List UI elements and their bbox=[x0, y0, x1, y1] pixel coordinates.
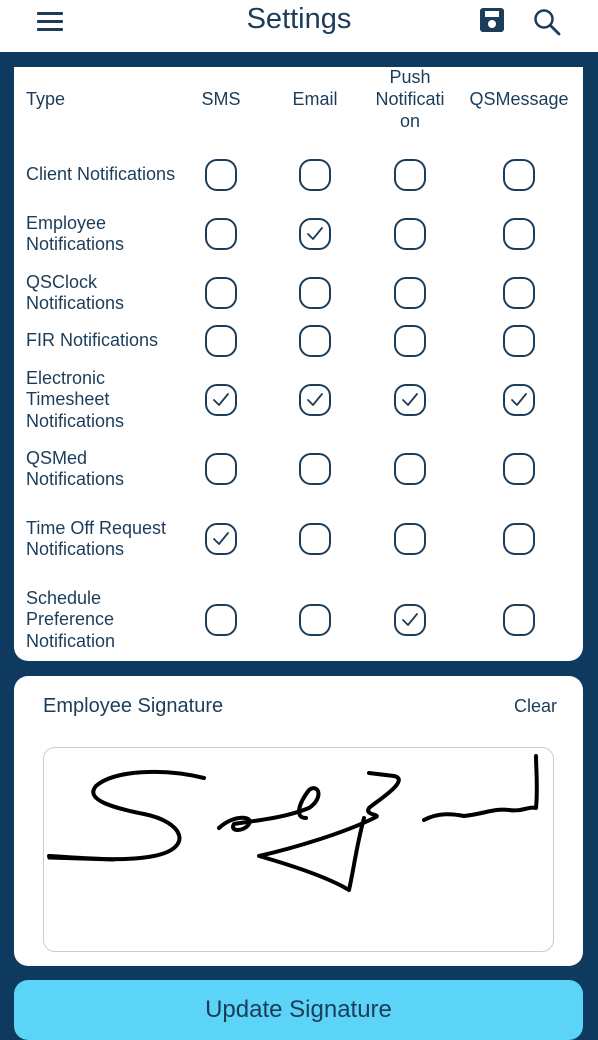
unchecked-checkbox[interactable] bbox=[503, 453, 535, 485]
unchecked-checkbox[interactable] bbox=[205, 604, 237, 636]
unchecked-checkbox[interactable] bbox=[503, 277, 535, 309]
checkmark-icon bbox=[402, 393, 418, 406]
clear-button[interactable]: Clear bbox=[514, 696, 557, 717]
unchecked-checkbox[interactable] bbox=[205, 277, 237, 309]
unchecked-checkbox[interactable] bbox=[299, 325, 331, 357]
top-bar: Settings bbox=[0, 0, 598, 52]
unchecked-checkbox[interactable] bbox=[394, 277, 426, 309]
checked-checkbox[interactable] bbox=[205, 523, 237, 555]
unchecked-checkbox[interactable] bbox=[299, 277, 331, 309]
checkmark-icon bbox=[213, 393, 229, 406]
checked-checkbox[interactable] bbox=[394, 384, 426, 416]
unchecked-checkbox[interactable] bbox=[503, 159, 535, 191]
checked-checkbox[interactable] bbox=[503, 384, 535, 416]
row-label: Schedule Preference Notification bbox=[26, 587, 116, 651]
save-icon[interactable] bbox=[478, 6, 506, 34]
signature-drawing bbox=[47, 754, 539, 892]
checkmark-icon bbox=[213, 532, 229, 545]
col-push-header: Push Notificati on bbox=[375, 67, 445, 131]
unchecked-checkbox[interactable] bbox=[503, 604, 535, 636]
unchecked-checkbox[interactable] bbox=[205, 453, 237, 485]
unchecked-checkbox[interactable] bbox=[503, 218, 535, 250]
page-title: Settings bbox=[246, 3, 352, 35]
update-signature-button[interactable]: Update Signature bbox=[14, 980, 583, 1040]
checked-checkbox[interactable] bbox=[299, 218, 331, 250]
checkmark-icon bbox=[307, 227, 323, 240]
unchecked-checkbox[interactable] bbox=[205, 159, 237, 191]
unchecked-checkbox[interactable] bbox=[394, 453, 426, 485]
row-label: Time Off Request Notifications bbox=[26, 517, 167, 560]
unchecked-checkbox[interactable] bbox=[503, 325, 535, 357]
checked-checkbox[interactable] bbox=[394, 604, 426, 636]
checkmark-icon bbox=[307, 393, 323, 406]
unchecked-checkbox[interactable] bbox=[394, 523, 426, 555]
notifications-card: Type SMS Email Push Notificati on QSMessage Cl… bbox=[14, 67, 583, 661]
row-label: QSClock Notifications bbox=[26, 271, 125, 314]
signature-title: Employee Signature bbox=[43, 695, 224, 717]
signature-pad[interactable] bbox=[43, 747, 554, 952]
row-label: FIR Notifications bbox=[26, 330, 159, 350]
checked-checkbox[interactable] bbox=[205, 384, 237, 416]
unchecked-checkbox[interactable] bbox=[205, 218, 237, 250]
unchecked-checkbox[interactable] bbox=[394, 159, 426, 191]
checked-checkbox[interactable] bbox=[299, 384, 331, 416]
col-type-header: Type bbox=[26, 89, 66, 109]
row-label: QSMed Notifications bbox=[26, 447, 125, 490]
unchecked-checkbox[interactable] bbox=[394, 218, 426, 250]
signature-card: Employee Signature Clear bbox=[14, 676, 583, 966]
checkmark-icon bbox=[511, 393, 527, 406]
search-icon[interactable] bbox=[532, 7, 562, 37]
unchecked-checkbox[interactable] bbox=[299, 159, 331, 191]
col-qsmessage-header: QSMessage bbox=[469, 89, 569, 109]
unchecked-checkbox[interactable] bbox=[299, 523, 331, 555]
unchecked-checkbox[interactable] bbox=[394, 325, 426, 357]
unchecked-checkbox[interactable] bbox=[299, 604, 331, 636]
row-label: Employee Notifications bbox=[26, 212, 125, 255]
unchecked-checkbox[interactable] bbox=[299, 453, 331, 485]
row-label: Electronic Timesheet Notifications bbox=[26, 367, 125, 431]
row-label: Client Notifications bbox=[26, 164, 176, 184]
unchecked-checkbox[interactable] bbox=[205, 325, 237, 357]
checkmark-icon bbox=[402, 613, 418, 626]
col-email-header: Email bbox=[292, 89, 338, 109]
unchecked-checkbox[interactable] bbox=[503, 523, 535, 555]
